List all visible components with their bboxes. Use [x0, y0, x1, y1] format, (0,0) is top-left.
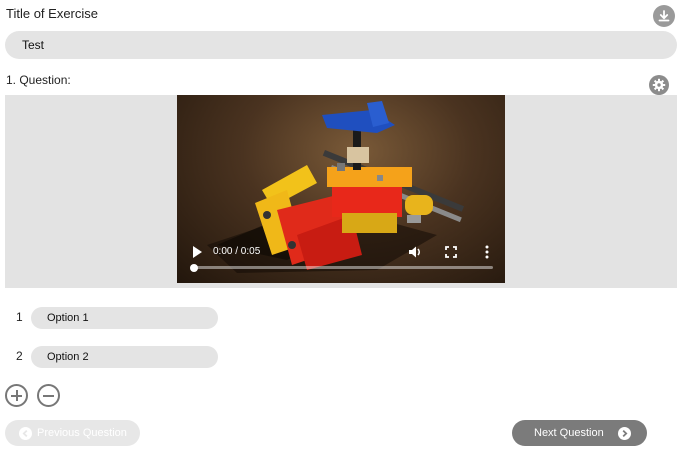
option-input[interactable] [31, 346, 218, 368]
question-label: 1. Question: [6, 73, 71, 87]
video-player[interactable]: 0:00 / 0:05 [177, 95, 505, 283]
option-number: 2 [16, 349, 23, 363]
next-question-button[interactable]: Next Question [512, 420, 647, 446]
chevron-right-icon [617, 426, 631, 440]
chevron-left-icon [19, 426, 32, 440]
download-button[interactable] [653, 5, 675, 27]
download-icon [658, 10, 670, 22]
question-settings-button[interactable] [649, 75, 669, 95]
next-question-label: Next Question [534, 427, 604, 439]
option-input[interactable] [31, 307, 218, 329]
video-progress-handle[interactable] [190, 263, 198, 272]
title-label: Title of Exercise [6, 6, 98, 21]
gear-icon [652, 78, 666, 92]
option-number: 1 [16, 310, 23, 324]
previous-question-label: Previous Question [37, 427, 127, 439]
video-time: 0:00 / 0:05 [213, 246, 261, 257]
play-icon[interactable] [189, 244, 205, 260]
video-controls: 0:00 / 0:05 [177, 239, 505, 283]
video-progress-bar[interactable] [190, 263, 493, 272]
remove-option-button[interactable] [37, 384, 60, 407]
option-row: 1 [0, 307, 230, 329]
previous-question-button[interactable]: Previous Question [5, 420, 140, 446]
exercise-title-input[interactable] [5, 31, 677, 59]
volume-icon[interactable] [407, 244, 423, 260]
option-row: 2 [0, 346, 230, 368]
more-options-icon[interactable] [479, 244, 495, 260]
add-option-button[interactable] [5, 384, 28, 407]
fullscreen-icon[interactable] [443, 244, 459, 260]
question-media-area: 0:00 / 0:05 [5, 95, 677, 288]
